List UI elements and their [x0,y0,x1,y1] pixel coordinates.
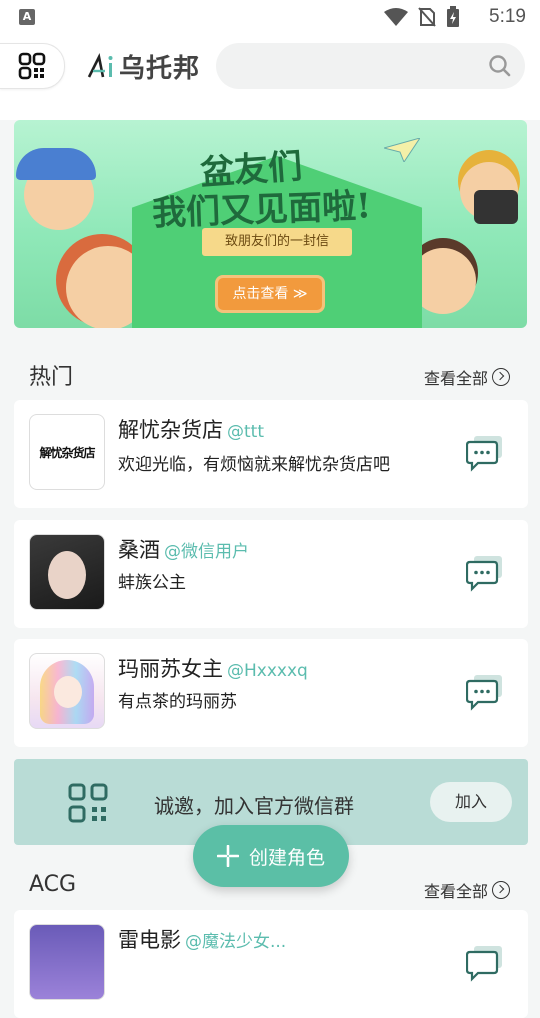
author-handle: @Hxxxxq [227,661,308,681]
no-sim-icon [418,7,436,27]
card-title-line: 玛丽苏女主 @Hxxxxq [118,653,308,683]
illustration-camera [474,190,518,224]
chevron-right-circle-icon [492,881,510,899]
author-handle: @微信用户 [164,542,249,562]
banner-cta-button[interactable]: 点击查看 ≫ [218,278,322,310]
notification-a-icon: A [19,9,35,25]
status-icons [384,6,460,28]
character-name: 解忧杂货店 [118,418,223,442]
card-title-line: 解忧杂货店 @ttt [118,414,264,444]
status-time: 5:19 [489,6,526,27]
character-name: 桑酒 [118,538,160,562]
card-title-line: 桑酒 @微信用户 [118,534,249,564]
status-bar: A 5:19 [0,0,540,36]
banner-subtitle: 致朋友们的一封信 [202,228,352,256]
chat-icon[interactable] [466,944,504,982]
character-description: 欢迎光临，有烦恼就来解忧杂货店吧 [118,455,390,475]
hot-section-title: 热门 [29,365,74,390]
character-description: 蚌族公主 [118,573,186,593]
create-character-button[interactable]: 创建角色 [193,825,349,887]
acg-section-title: ACG [29,872,77,897]
avatar [29,924,105,1000]
avatar [29,653,105,729]
chevron-right-circle-icon [492,368,510,386]
wifi-icon [384,8,408,26]
character-card[interactable]: 桑酒 @微信用户 蚌族公主 [14,520,528,628]
character-card[interactable]: 解忧杂货店 解忧杂货店 @ttt 欢迎光临，有烦恼就来解忧杂货店吧 [14,400,528,508]
avatar [29,534,105,610]
chat-icon[interactable] [466,554,504,592]
card-title-line: 雷电影 @魔法少女... [118,924,286,954]
hot-view-all-label: 查看全部 [423,369,488,388]
scan-button[interactable] [0,43,65,89]
avatar: 解忧杂货店 [29,414,105,490]
avatar-calligraphy-text: 解忧杂货店 [39,445,95,460]
character-description: 有点茶的玛丽苏 [118,692,237,712]
acg-view-all-link[interactable]: 查看全部 [424,878,510,902]
create-character-label: 创建角色 [248,846,325,869]
avatar-face-shape [54,676,82,708]
sparkle-plus-icon [216,845,239,867]
chat-icon[interactable] [466,673,504,711]
join-button[interactable]: 加入 [430,782,512,822]
banner-title-line2: 我们又见面啦! [151,186,372,234]
author-handle: @魔法少女... [185,932,287,952]
promo-banner[interactable]: 盆友们 我们又见面啦! 致朋友们的一封信 点击查看 ≫ [14,120,527,328]
search-bar[interactable] [216,43,525,91]
battery-charging-icon [447,6,459,27]
character-card[interactable]: 玛丽苏女主 @Hxxxxq 有点茶的玛丽苏 [14,639,528,747]
illustration-person-hat [16,148,96,180]
qr-code-icon [68,783,108,823]
wechat-invite-text: 诚邀，加入官方微信群 [154,794,354,818]
acg-view-all-label: 查看全部 [423,882,488,901]
logo-ai-icon [87,53,113,78]
character-card[interactable]: 雷电影 @魔法少女... [14,910,528,1018]
search-icon[interactable] [489,55,511,77]
character-name: 玛丽苏女主 [118,657,223,681]
search-input[interactable] [234,43,488,91]
paper-plane-icon [384,138,420,162]
hot-section-header: 热门 查看全部 [0,355,540,395]
top-bar: 乌托邦 [0,36,540,120]
chat-icon[interactable] [466,434,504,472]
avatar-face-shape [48,551,86,599]
author-handle: @ttt [227,422,264,442]
hot-view-all-link[interactable]: 查看全部 [424,365,510,389]
app-logo: 乌托邦 [87,48,200,84]
app-name: 乌托邦 [119,53,201,84]
qr-scan-icon [18,52,46,80]
character-name: 雷电影 [118,928,181,952]
